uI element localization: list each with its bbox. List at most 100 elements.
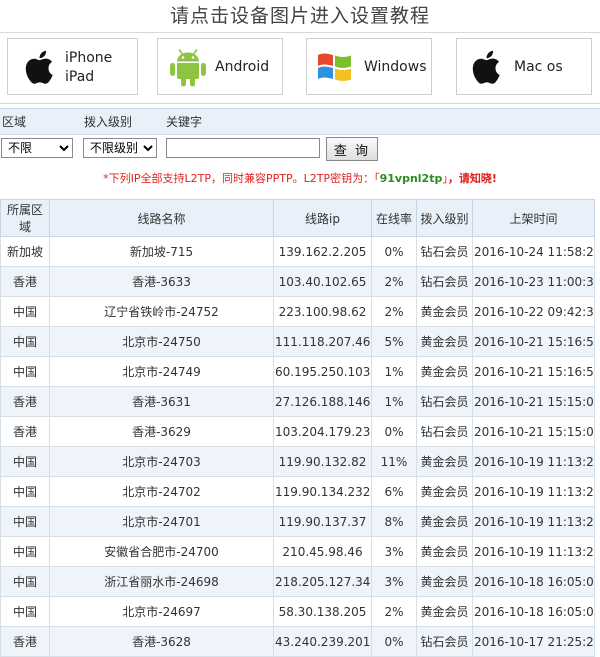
table-row[interactable]: 香港 香港-3631 27.126.188.146 1% 钻石会员 2016-10-21 … xyxy=(0,386,595,417)
cell-online-rate: 11% xyxy=(371,446,417,477)
cell-line-name: 北京市-24697 xyxy=(49,596,274,627)
cell-region: 中国 xyxy=(0,566,50,597)
cell-region: 香港 xyxy=(0,416,50,447)
cell-online-rate: 0% xyxy=(371,416,417,447)
header-region: 所属区域 xyxy=(0,199,50,237)
cell-level: 钻石会员 xyxy=(416,266,473,297)
cell-online-rate: 8% xyxy=(371,506,417,537)
cell-region: 中国 xyxy=(0,536,50,567)
region-label: 区域 xyxy=(2,115,27,129)
cell-level: 钻石会员 xyxy=(416,626,473,657)
cell-region: 中国 xyxy=(0,446,50,477)
cell-level: 黄金会员 xyxy=(416,596,473,627)
cell-listed-time: 2016-10-19 11:13:20 xyxy=(472,476,595,507)
cell-level: 黄金会员 xyxy=(416,566,473,597)
filter-panel: 区域 拨入级别 关键字 不限 不限级别 查 询 xyxy=(0,108,600,164)
cell-online-rate: 0% xyxy=(371,626,417,657)
table-row[interactable]: 中国 北京市-24697 58.30.138.205 2% 黄金会员 2016-10-18… xyxy=(0,596,595,627)
cell-level: 黄金会员 xyxy=(416,476,473,507)
cell-ip: 111.118.207.46 xyxy=(273,326,372,357)
keyword-input[interactable] xyxy=(166,138,320,158)
cell-online-rate: 1% xyxy=(371,386,417,417)
table-row[interactable]: 中国 北京市-24703 119.90.132.82 11% 黄金会员 2016-10-1… xyxy=(0,446,595,477)
cell-listed-time: 2016-10-24 11:58:23 xyxy=(472,236,595,267)
table-row[interactable]: 中国 安徽省合肥市-24700 210.45.98.46 3% 黄金会员 2016-10-… xyxy=(0,536,595,567)
cell-ip: 139.162.2.205 xyxy=(273,236,372,267)
cell-online-rate: 1% xyxy=(371,356,417,387)
cell-listed-time: 2016-10-21 15:16:54 xyxy=(472,326,595,357)
cell-line-name: 北京市-24702 xyxy=(49,476,274,507)
cell-region: 新加坡 xyxy=(0,236,50,267)
device-iphone-ipad-button[interactable]: iPhone iPad xyxy=(7,38,138,95)
table-row[interactable]: 香港 香港-3629 103.204.179.230 0% 钻石会员 2016-10-21… xyxy=(0,416,595,447)
cell-level: 黄金会员 xyxy=(416,446,473,477)
query-button[interactable]: 查 询 xyxy=(326,137,378,161)
cell-region: 中国 xyxy=(0,596,50,627)
l2tp-notice: *下列IP全部支持L2TP，同时兼容PPTP。L2TP密钥为：「91vpnl2t… xyxy=(0,170,600,186)
cell-line-name: 北京市-24749 xyxy=(49,356,274,387)
cell-region: 中国 xyxy=(0,326,50,357)
table-row[interactable]: 香港 香港-3633 103.40.102.65 2% 钻石会员 2016-10-23 1… xyxy=(0,266,595,297)
header-line-name: 线路名称 xyxy=(49,199,274,237)
cell-listed-time: 2016-10-21 15:16:54 xyxy=(472,356,595,387)
cell-region: 中国 xyxy=(0,506,50,537)
table-row[interactable]: 中国 北京市-24701 119.90.137.37 8% 黄金会员 2016-10-19… xyxy=(0,506,595,537)
cell-listed-time: 2016-10-18 16:05:03 xyxy=(472,596,595,627)
device-label-windows: Windows xyxy=(364,59,427,75)
cell-online-rate: 0% xyxy=(371,236,417,267)
cell-region: 中国 xyxy=(0,356,50,387)
device-label-ipad: iPad xyxy=(65,69,95,85)
device-windows-button[interactable]: Windows xyxy=(306,38,432,95)
cell-line-name: 北京市-24701 xyxy=(49,506,274,537)
cell-ip: 103.40.102.65 xyxy=(273,266,372,297)
cell-online-rate: 3% xyxy=(371,536,417,567)
cell-ip: 218.205.127.34 xyxy=(273,566,372,597)
cell-ip: 60.195.250.103 xyxy=(273,356,372,387)
cell-listed-time: 2016-10-19 11:13:20 xyxy=(472,536,595,567)
cell-level: 黄金会员 xyxy=(416,356,473,387)
cell-line-name: 北京市-24703 xyxy=(49,446,274,477)
cell-online-rate: 2% xyxy=(371,266,417,297)
level-label: 拨入级别 xyxy=(84,115,133,129)
cell-online-rate: 2% xyxy=(371,596,417,627)
cell-ip: 119.90.132.82 xyxy=(273,446,372,477)
cell-ip: 58.30.138.205 xyxy=(273,596,372,627)
table-row[interactable]: 中国 浙江省丽水市-24698 218.205.127.34 3% 黄金会员 2016-1… xyxy=(0,566,595,597)
keyword-label: 关键字 xyxy=(166,115,203,129)
device-bar: iPhone iPad Android Windows Mac os xyxy=(0,32,600,104)
region-select[interactable]: 不限 xyxy=(1,138,73,158)
windows-icon xyxy=(318,53,351,81)
cell-level: 黄金会员 xyxy=(416,536,473,567)
cell-line-name: 安徽省合肥市-24700 xyxy=(49,536,274,567)
device-macos-button[interactable]: Mac os xyxy=(456,38,592,95)
notice-suffix: ，请知晓! xyxy=(447,172,497,185)
apple-icon xyxy=(25,50,53,84)
page-title: 请点击设备图片进入设置教程 xyxy=(169,5,430,27)
level-select[interactable]: 不限级别 xyxy=(83,138,157,158)
cell-level: 黄金会员 xyxy=(416,326,473,357)
cell-ip: 43.240.239.201 xyxy=(273,626,372,657)
table-row[interactable]: 中国 北京市-24750 111.118.207.46 5% 黄金会员 2016-10-2… xyxy=(0,326,595,357)
cell-ip: 119.90.137.37 xyxy=(273,506,372,537)
cell-listed-time: 2016-10-19 11:13:20 xyxy=(472,446,595,477)
cell-level: 钻石会员 xyxy=(416,386,473,417)
table-row[interactable]: 中国 北京市-24702 119.90.134.232 6% 黄金会员 2016-10-1… xyxy=(0,476,595,507)
cell-region: 中国 xyxy=(0,296,50,327)
device-label-android: Android xyxy=(215,59,270,75)
cell-listed-time: 2016-10-21 15:15:05 xyxy=(472,416,595,447)
cell-region: 香港 xyxy=(0,386,50,417)
cell-line-name: 香港-3629 xyxy=(49,416,274,447)
header-listed-time: 上架时间 xyxy=(472,199,595,237)
table-row[interactable]: 中国 北京市-24749 60.195.250.103 1% 黄金会员 2016-10-2… xyxy=(0,356,595,387)
apple-icon xyxy=(472,50,500,84)
table-row[interactable]: 新加坡 新加坡-715 139.162.2.205 0% 钻石会员 2016-10-24 … xyxy=(0,236,595,267)
table-row[interactable]: 香港 香港-3628 43.240.239.201 0% 钻石会员 2016-10-17 … xyxy=(0,626,595,657)
cell-ip: 27.126.188.146 xyxy=(273,386,372,417)
cell-listed-time: 2016-10-19 11:13:20 xyxy=(472,506,595,537)
device-android-button[interactable]: Android xyxy=(157,38,283,95)
android-icon xyxy=(170,49,206,87)
cell-listed-time: 2016-10-22 09:42:32 xyxy=(472,296,595,327)
cell-online-rate: 2% xyxy=(371,296,417,327)
cell-line-name: 香港-3628 xyxy=(49,626,274,657)
table-row[interactable]: 中国 辽宁省铁岭市-24752 223.100.98.62 2% 黄金会员 2016-10… xyxy=(0,296,595,327)
